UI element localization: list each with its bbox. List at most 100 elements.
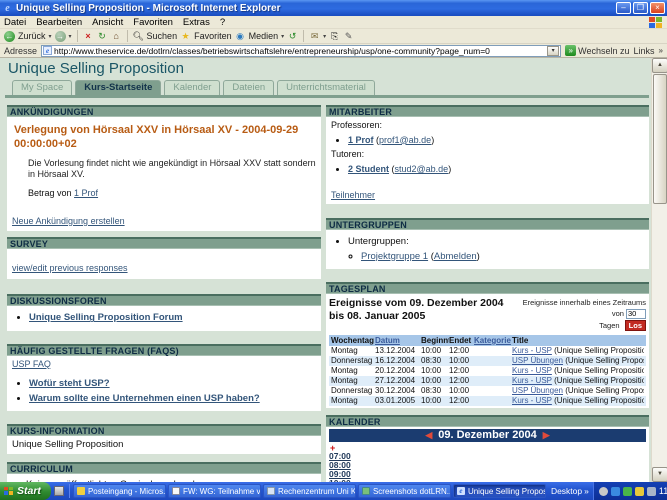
address-input-wrap: e ▾ [41,44,562,57]
participants-link[interactable]: Teilnehmer [331,190,375,202]
stop-icon[interactable]: × [83,31,94,42]
event-category-link[interactable]: Kurs - USP [512,366,552,375]
links-label[interactable]: Links [634,46,655,56]
event-category-link[interactable]: Kurs - USP [512,346,552,355]
taskbar-button-rechenzentrum[interactable]: Rechenzentrum Uni K... [262,484,356,498]
scrollbar-thumb[interactable] [653,74,667,204]
tab-kalender[interactable]: Kalender [164,80,221,95]
show-desktop-icon[interactable] [53,486,64,496]
back-icon[interactable]: ← [4,30,15,42]
tab-kurs-startseite[interactable]: Kurs-Startseite [75,80,162,95]
left-column: ANKÜNDIGUNGEN Verlegung von Hörsaal XXV … [7,105,321,482]
menu-extras[interactable]: Extras [183,17,210,28]
address-dropdown-icon[interactable]: ▾ [547,45,560,56]
maximize-button[interactable]: ❐ [633,2,648,14]
calendar-date-title: 09. Dezember 2004 [438,429,537,442]
search-icon[interactable]: 🔍︎ [133,31,144,42]
sort-datum-link[interactable]: Datum [375,336,400,345]
professor-email-link[interactable]: prof1@ab.de [379,135,431,145]
desktop-toolbar[interactable]: Desktop » [547,486,593,496]
taskbar-button-mail[interactable]: FW: WG: Teilnahme v... [167,484,261,498]
calendar-next-icon[interactable]: ▶ [543,429,550,442]
event-category-link[interactable]: Kurs - USP [512,376,552,385]
sort-kategorie-link[interactable]: Kategorie [474,336,511,345]
scroll-down-icon[interactable]: ▼ [652,467,667,482]
forward-dropdown-icon[interactable]: ▾ [69,33,72,40]
event-category-link[interactable]: USP Übungen [512,386,563,395]
event-category-link[interactable]: Kurs - USP [512,396,552,405]
subgroup-action-link[interactable]: Abmelden [434,251,477,262]
media-icon[interactable]: ◉ [235,31,246,42]
tray-icon[interactable] [622,486,632,496]
subgroup-link[interactable]: Projektgruppe 1 [361,251,428,262]
course-info-text: Unique Selling Proposition [7,436,321,455]
faq-question-link[interactable]: Wofür steht USP? [29,378,110,389]
menu-help[interactable]: ? [220,17,225,28]
back-dropdown-icon[interactable]: ▾ [49,33,52,40]
address-input[interactable] [54,45,548,56]
tray-icon[interactable] [646,486,656,496]
tray-icon[interactable] [634,486,644,496]
menu-favoriten[interactable]: Favoriten [133,17,173,28]
envelope-icon [171,487,180,495]
tray-icon[interactable] [610,486,620,496]
faq-portlet: HÄUFIG GESTELLTE FRAGEN (FAQS) USP FAQ W… [7,343,321,412]
mail-icon[interactable]: ✉ [309,31,320,42]
close-button[interactable]: × [650,2,665,14]
history-icon[interactable]: ↺ [287,31,298,42]
media-button-label[interactable]: Medien [249,31,279,41]
tab-my-space[interactable]: My Space [12,80,73,95]
start-button[interactable]: Start [0,482,51,500]
page-icon: e [43,46,53,55]
browser-toolbar: ← Zurück ▾ → ▾ × ↻ ⌂ 🔍︎ Suchen ★ Favorit… [0,29,667,44]
taskbar-button-screenshots[interactable]: Screenshots dotLRN.... [357,484,451,498]
back-button-label[interactable]: Zurück [18,31,46,41]
mail-dropdown-icon[interactable]: ▾ [323,33,326,40]
forward-icon[interactable]: → [54,30,66,42]
go-button[interactable]: » Wechseln zu [565,45,630,56]
home-icon[interactable]: ⌂ [111,31,122,42]
taskbar-button-unique-selling[interactable]: e Unique Selling Proposi... [452,484,546,498]
cell-date: 27.12.2004 [375,375,416,385]
vertical-scrollbar[interactable]: ▲ ▼ [651,58,667,482]
tab-dateien[interactable]: Dateien [223,80,275,95]
byline-author-link[interactable]: 1 Prof [74,188,98,198]
los-button[interactable]: Los [624,319,646,331]
menu-datei[interactable]: Datei [4,17,26,28]
desktop-chevron-icon[interactable]: » [584,486,589,496]
print-icon[interactable]: ⎘ [329,31,340,42]
faq-question-link[interactable]: Warum sollte eine Unternehmen einen USP … [29,393,260,404]
media-dropdown-icon[interactable]: ▾ [281,33,284,40]
menu-ansicht[interactable]: Ansicht [92,17,123,28]
column-header: Beginnt [421,335,449,345]
tutor-email-link[interactable]: stud2@ab.de [395,164,449,174]
scroll-up-icon[interactable]: ▲ [652,58,667,73]
calendar-prev-icon[interactable]: ◀ [425,429,432,442]
event-category-link[interactable]: USP Übungen [512,356,563,365]
tray-icon[interactable] [598,486,608,496]
favorites-button-label[interactable]: Favoriten [194,31,232,41]
forum-link[interactable]: Unique Selling Proposition Forum [29,312,183,323]
edit-icon[interactable]: ✎ [343,31,354,42]
tutor-link[interactable]: 2 Student [348,164,389,174]
list-item: Untergruppen: Projektgruppe 1 Abmelden [348,236,644,263]
minimize-button[interactable]: – [616,2,631,14]
tab-unterrichtsmaterial[interactable]: Unterrichtsmaterial [277,80,375,95]
page-content: Unique Selling Proposition My Space Kurs… [0,58,651,482]
links-chevron-icon[interactable]: » [659,46,663,55]
toolbar-separator [126,30,128,42]
search-button-label[interactable]: Suchen [147,31,178,41]
survey-responses-link[interactable]: view/edit previous responses [12,263,128,273]
days-input[interactable] [626,308,646,319]
taskbar-button-posteingang[interactable]: Posteingang - Micros... [72,484,166,498]
professor-link[interactable]: 1 Prof [348,135,374,145]
cell-date: 13.12.2004 [375,345,416,355]
favorites-icon[interactable]: ★ [180,31,191,42]
new-announcement-link[interactable]: Neue Ankündigung erstellen [12,216,125,228]
menu-bearbeiten[interactable]: Bearbeiten [36,17,82,28]
faq-top-link[interactable]: USP FAQ [12,359,51,371]
staff-portlet: MITARBEITER Professoren: 1 Prof prof1@ab.… [326,105,649,205]
calendar-add-icon[interactable]: + [330,443,646,452]
refresh-icon[interactable]: ↻ [97,31,108,42]
cell-start: 10:00 [421,345,442,355]
